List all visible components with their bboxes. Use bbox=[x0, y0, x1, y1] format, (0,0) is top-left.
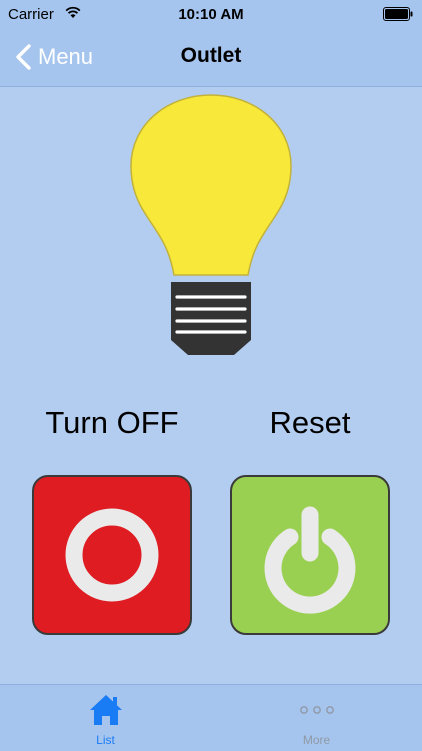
tab-list[interactable]: List bbox=[0, 685, 211, 751]
bulb-base bbox=[171, 282, 251, 355]
tab-more-label: More bbox=[302, 733, 331, 747]
page-title: Outlet bbox=[180, 44, 242, 67]
off-circle-icon bbox=[65, 508, 159, 602]
reset-label: Reset bbox=[269, 405, 351, 440]
status-time: 10:10 AM bbox=[178, 6, 244, 23]
navigation-bar: Menu Outlet bbox=[0, 30, 422, 87]
tab-list-label: List bbox=[96, 733, 115, 747]
more-dots-icon bbox=[299, 706, 334, 714]
home-icon bbox=[89, 695, 122, 725]
tab-more[interactable]: More bbox=[211, 685, 422, 751]
status-bar: Carrier 10:10 AM bbox=[0, 0, 422, 30]
light-bulb-icon bbox=[130, 94, 292, 355]
bulb-glass bbox=[130, 94, 292, 276]
tab-bar: List More bbox=[0, 684, 422, 751]
turn-off-button[interactable] bbox=[32, 475, 192, 635]
turn-off-label: Turn OFF bbox=[45, 405, 179, 440]
battery-icon bbox=[383, 7, 413, 21]
reset-button[interactable] bbox=[230, 475, 390, 635]
power-icon bbox=[264, 506, 356, 614]
